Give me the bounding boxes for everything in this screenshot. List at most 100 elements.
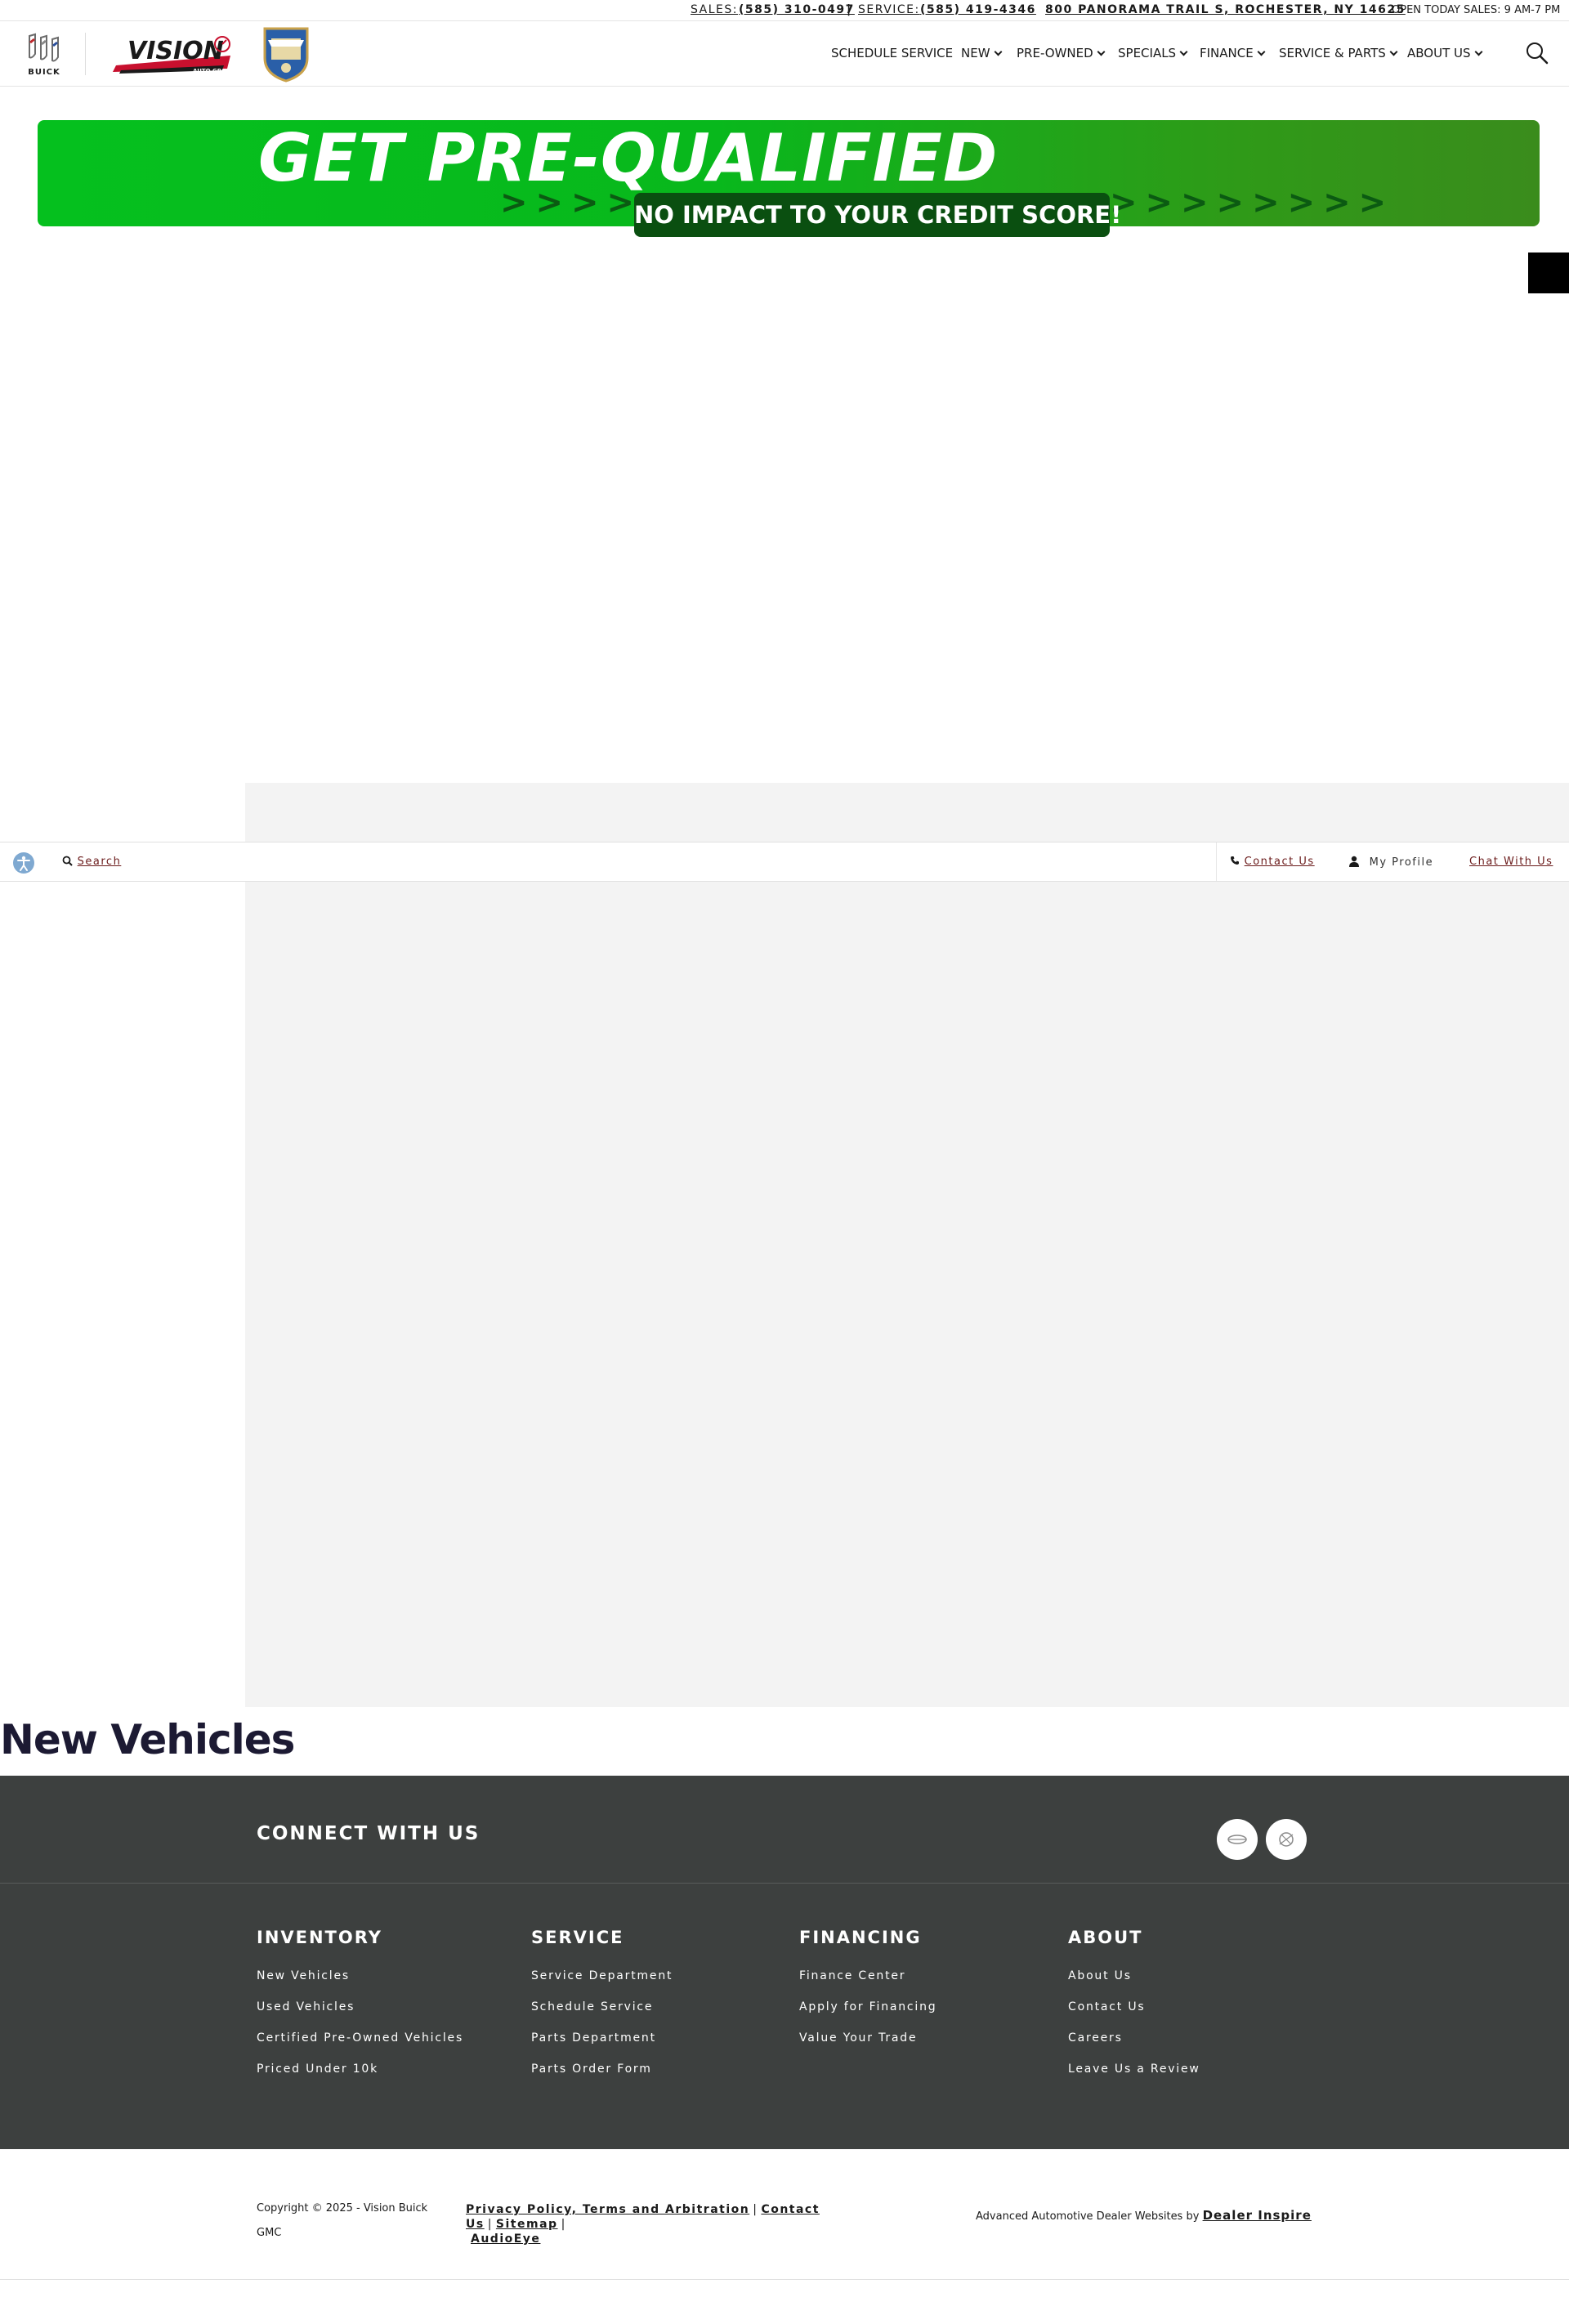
contact-us-label: Contact Us	[1244, 856, 1315, 868]
sticky-contact-us-link[interactable]: Contact Us	[1216, 842, 1328, 881]
privacy-policy-link[interactable]: Privacy Policy, Terms and Arbitration	[466, 2203, 749, 2216]
audioeye-link[interactable]: AudioEye	[471, 2232, 540, 2246]
side-feedback-tab[interactable]	[1528, 253, 1569, 293]
phone-icon	[1231, 856, 1239, 865]
sales-label: SALES:	[691, 3, 738, 16]
footer-link[interactable]: Schedule Service	[531, 1998, 673, 2029]
footer-link[interactable]: Certified Pre-Owned Vehicles	[257, 2029, 463, 2060]
dealer-inspire-link[interactable]: Dealer Inspire	[1203, 2208, 1312, 2223]
banner-arrows-left: >>>>	[500, 184, 643, 221]
nav-label: SPECIALS	[1118, 46, 1177, 60]
footer-heading: ABOUT	[1068, 1928, 1143, 1947]
nav-label: SCHEDULE SERVICE	[831, 46, 954, 60]
page-heading: New Vehicles	[0, 1716, 295, 1763]
nav-pre-owned[interactable]: PRE-OWNED	[1017, 46, 1106, 60]
footer-link[interactable]: Parts Department	[531, 2029, 673, 2060]
top-utility-bar: SALES: (585) 310-0497 | SERVICE: (585) 4…	[0, 0, 1569, 21]
sticky-my-profile-link[interactable]: My Profile	[1348, 856, 1433, 869]
header-search-button[interactable]	[1525, 41, 1549, 65]
chevron-down-icon	[1257, 47, 1266, 56]
footer-link[interactable]: Service Department	[531, 1967, 673, 1998]
logo-divider	[85, 33, 86, 75]
chevron-down-icon	[1389, 47, 1398, 56]
content-placeholder-top	[245, 783, 1569, 842]
footer-link[interactable]: Value Your Trade	[799, 2029, 936, 2060]
footer-bottom: Copyright © 2025 - Vision Buick GMC Priv…	[0, 2149, 1569, 2280]
address-link[interactable]: 800 PANORAMA TRAIL S, ROCHESTER, NY 1462…	[1045, 3, 1406, 16]
nav-label: NEW	[961, 46, 990, 60]
buick-wordmark: BUICK	[28, 68, 60, 77]
service-label: SERVICE:	[858, 3, 920, 16]
nav-new[interactable]: NEW	[961, 46, 1002, 60]
copyright-text: Copyright © 2025 - Vision Buick GMC	[257, 2202, 428, 2239]
footer-heading: INVENTORY	[257, 1928, 382, 1947]
buick-logo[interactable]: BUICK	[21, 33, 67, 77]
pre-qualified-banner[interactable]: GET PRE-QUALIFIED >>>> >>>>>>>> NO IMPAC…	[38, 120, 1540, 237]
chevron-down-icon	[1097, 47, 1106, 56]
sitemap-link[interactable]: Sitemap	[496, 2218, 558, 2231]
footer-column-financing: FINANCING Finance Center Apply for Finan…	[799, 1928, 936, 2060]
search-icon	[62, 856, 73, 866]
legal-separator: |	[561, 2218, 566, 2231]
nav-label: FINANCE	[1200, 46, 1254, 60]
dealer-credit: Advanced Automotive Dealer Websites by D…	[976, 2208, 1312, 2223]
footer-link[interactable]: Priced Under 10k	[257, 2060, 463, 2091]
footer-heading: FINANCING	[799, 1928, 922, 1947]
footer-link[interactable]: Leave Us a Review	[1068, 2060, 1200, 2091]
footer-connect: CONNECT WITH US	[0, 1776, 1569, 1884]
footer-link[interactable]: Contact Us	[1068, 1998, 1200, 2029]
nav-schedule-service[interactable]: SCHEDULE SERVICE	[831, 46, 953, 60]
legal-separator: |	[753, 2203, 758, 2216]
chevron-down-icon	[1474, 47, 1482, 56]
footer-link[interactable]: New Vehicles	[257, 1967, 463, 1998]
search-label: Search	[77, 856, 122, 868]
nav-about-us[interactable]: ABOUT US	[1407, 46, 1482, 60]
social-icon	[1227, 1835, 1247, 1844]
nav-label: PRE-OWNED	[1017, 46, 1093, 60]
connect-title: CONNECT WITH US	[257, 1823, 481, 1844]
footer-link[interactable]: Parts Order Form	[531, 2060, 673, 2091]
sticky-search-link[interactable]: Search	[62, 856, 121, 868]
footer-column-about: ABOUT About Us Contact Us Careers Leave …	[1068, 1928, 1200, 2091]
nav-service-parts[interactable]: SERVICE & PARTS	[1279, 46, 1398, 60]
social-link-1[interactable]	[1217, 1819, 1258, 1860]
chevron-down-icon	[994, 47, 1002, 56]
service-phone-link[interactable]: (585) 419-4346	[920, 3, 1036, 16]
sticky-action-bar: Search Contact Us My Profile Chat With U…	[0, 842, 1569, 882]
footer-link[interactable]: Finance Center	[799, 1967, 936, 1998]
footer-column-service: SERVICE Service Department Schedule Serv…	[531, 1928, 673, 2091]
my-profile-label: My Profile	[1369, 856, 1434, 869]
hours-text: OPEN TODAY SALES: 9 AM-7 PM	[1392, 4, 1561, 16]
footer-link[interactable]: Used Vehicles	[257, 1998, 463, 2029]
social-icon	[1279, 1832, 1294, 1847]
vision-wordmark: VISION	[127, 37, 224, 65]
nav-label: ABOUT US	[1407, 46, 1471, 60]
nav-specials[interactable]: SPECIALS	[1118, 46, 1188, 60]
vision-auto-group-logo[interactable]: VISION AUTO GROUP	[113, 33, 235, 75]
search-icon	[1527, 42, 1549, 65]
chevron-down-icon	[1179, 47, 1188, 56]
footer-links: INVENTORY New Vehicles Used Vehicles Cer…	[0, 1884, 1569, 2149]
content-placeholder-main	[245, 882, 1569, 1707]
credit-prefix: Advanced Automotive Dealer Websites by	[976, 2210, 1200, 2223]
sticky-chat-link[interactable]: Chat With Us	[1469, 856, 1553, 868]
footer-link[interactable]: About Us	[1068, 1967, 1200, 1998]
award-badge-logo	[260, 24, 312, 83]
site-header: BUICK VISION AUTO GROUP SCHEDULE SERVICE…	[0, 21, 1569, 87]
footer-link[interactable]: Apply for Financing	[799, 1998, 936, 2029]
banner-arrows-right: >>>>>>>>	[1110, 184, 1395, 221]
banner-subtitle-pill: NO IMPACT TO YOUR CREDIT SCORE!	[634, 193, 1121, 237]
vision-subtitle: AUTO GROUP	[193, 68, 234, 74]
legal-links: Privacy Policy, Terms and Arbitration | Co…	[466, 2202, 899, 2246]
topbar-divider: |	[847, 3, 852, 16]
footer-heading: SERVICE	[531, 1928, 624, 1947]
nav-label: SERVICE & PARTS	[1279, 46, 1386, 60]
sales-phone-link[interactable]: (585) 310-0497	[739, 3, 855, 16]
user-icon	[1349, 856, 1359, 867]
social-link-2[interactable]	[1266, 1819, 1307, 1860]
accessibility-icon[interactable]	[13, 852, 34, 874]
buick-tri-shield-icon	[29, 33, 59, 62]
nav-finance[interactable]: FINANCE	[1200, 46, 1266, 60]
footer-link[interactable]: Careers	[1068, 2029, 1200, 2060]
footer-column-inventory: INVENTORY New Vehicles Used Vehicles Cer…	[257, 1928, 463, 2091]
